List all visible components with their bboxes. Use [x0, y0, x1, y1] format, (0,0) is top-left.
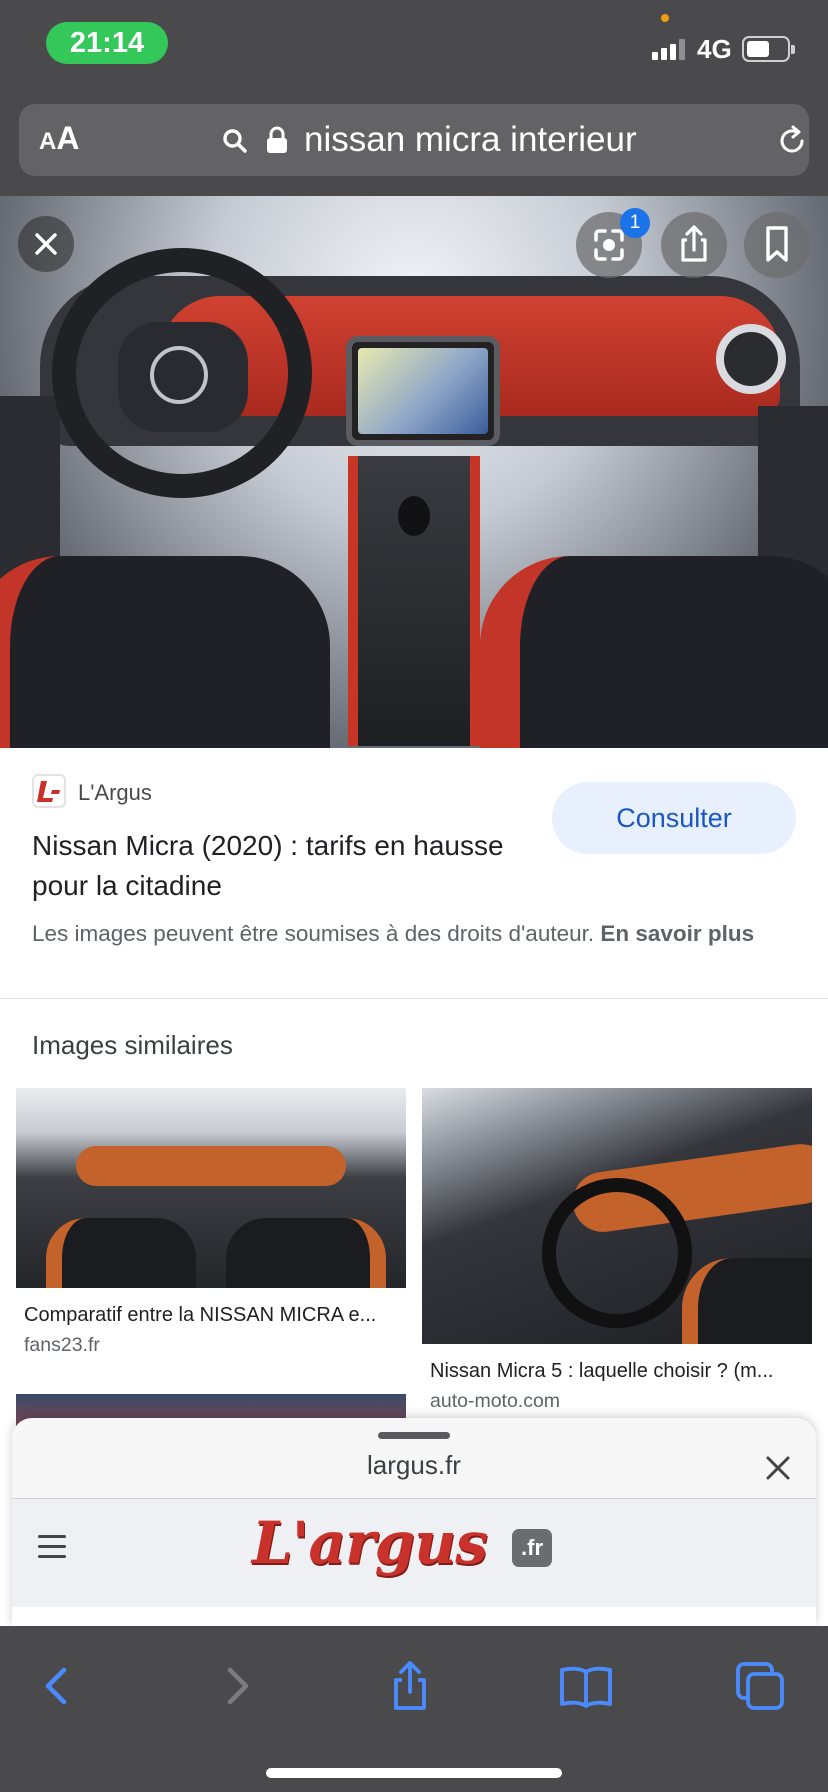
similar-image-1-title[interactable]: Comparatif entre la NISSAN MICRA e... — [24, 1304, 398, 1327]
reload-icon[interactable] — [775, 124, 809, 158]
bookmark-icon — [766, 226, 788, 262]
page-preview-sheet[interactable]: largus.fr L'argus .fr — [12, 1418, 816, 1626]
network-type: 4G — [697, 34, 732, 64]
share-icon — [681, 225, 707, 262]
similar-image-1-site: fans23.fr — [24, 1334, 100, 1356]
status-time: 21:14 — [46, 22, 168, 64]
url-text[interactable]: nissan micra interieur — [304, 120, 637, 160]
learn-more-link[interactable]: En savoir plus — [600, 921, 754, 946]
close-preview-icon[interactable] — [764, 1454, 792, 1482]
result-image[interactable]: 1 — [0, 196, 828, 748]
lock-icon — [267, 126, 287, 153]
status-bar: 21:14 4G — [0, 0, 828, 90]
largus-logo-suffix: .fr — [512, 1529, 552, 1567]
close-icon — [35, 233, 57, 255]
browser-toolbar — [0, 1626, 828, 1792]
save-image-button[interactable] — [744, 212, 810, 278]
result-headline[interactable]: Nissan Micra (2020) : tarifs en hausse p… — [32, 826, 532, 906]
share-image-button[interactable] — [661, 212, 727, 278]
battery-icon — [742, 36, 795, 62]
share-icon[interactable] — [380, 1656, 440, 1716]
preview-site-header: L'argus .fr — [12, 1499, 816, 1626]
source-name[interactable]: L'Argus — [78, 780, 152, 806]
search-icon — [223, 129, 247, 153]
close-image-button[interactable] — [18, 216, 74, 272]
similar-image-2-site: auto-moto.com — [430, 1390, 561, 1412]
similar-image-2-title[interactable]: Nissan Micra 5 : laquelle choisir ? (m..… — [430, 1360, 802, 1383]
consult-button[interactable]: Consulter — [552, 782, 796, 854]
back-icon[interactable] — [28, 1656, 88, 1716]
signal-icon — [652, 38, 686, 60]
address-bar[interactable]: AA nissan micra interieur — [19, 104, 809, 176]
sheet-grabber[interactable] — [378, 1432, 450, 1439]
reader-settings-button[interactable]: AA — [39, 120, 79, 157]
source-favicon — [32, 774, 66, 808]
similar-image-2[interactable] — [422, 1088, 812, 1344]
copyright-notice: Les images peuvent être soumises à des d… — [32, 921, 755, 946]
lens-badge: 1 — [620, 208, 650, 238]
privacy-indicator-dot — [661, 14, 669, 22]
menu-icon[interactable] — [38, 1535, 66, 1559]
browser-screen: 21:14 4G AA nissan micra interieur 1 L'A… — [0, 0, 828, 1792]
home-indicator[interactable] — [266, 1768, 562, 1778]
tabs-icon[interactable] — [730, 1656, 790, 1716]
similar-images-title: Images similaires — [32, 1030, 233, 1060]
similar-image-1[interactable] — [16, 1088, 406, 1288]
preview-domain: largus.fr — [367, 1450, 461, 1480]
divider — [0, 998, 828, 999]
forward-icon[interactable] — [206, 1656, 266, 1716]
bookmarks-icon[interactable] — [556, 1656, 616, 1716]
largus-logo[interactable]: L'argus — [252, 1509, 488, 1577]
